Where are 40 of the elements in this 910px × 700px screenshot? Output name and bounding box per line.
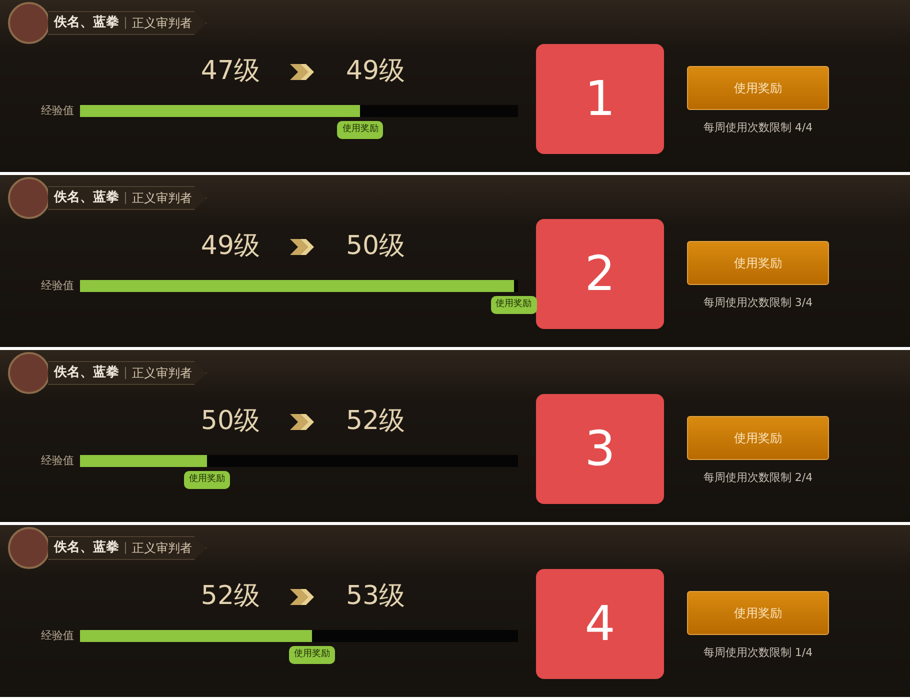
use-reward-button[interactable]: 使用奖励	[687, 416, 829, 460]
avatar-circle	[8, 352, 50, 394]
target-level: 52级	[346, 405, 406, 438]
current-level: 49级	[200, 230, 260, 263]
character-name: 佚名、蓝拳	[54, 189, 119, 208]
current-level: 50级	[200, 405, 260, 438]
exp-label: 经验值	[40, 103, 74, 119]
avatar-circle	[8, 177, 50, 219]
character-name: 佚名、蓝拳	[54, 539, 119, 558]
target-level: 50级	[346, 230, 406, 263]
number-label: 1	[536, 44, 664, 154]
character-title: 正义审判者	[132, 540, 192, 557]
character-title: 正义审判者	[132, 15, 192, 32]
character-name: 佚名、蓝拳	[54, 364, 119, 382]
use-reward-button[interactable]: 使用奖励	[687, 591, 829, 635]
target-level: 49级	[346, 55, 406, 88]
character-title: 正义审判者	[132, 190, 192, 207]
exp-label: 经验值	[40, 453, 74, 469]
reward-marker: 使用奖励	[337, 121, 384, 139]
exp-label: 经验值	[40, 278, 74, 294]
weekly-limit-text: 每周使用次数限制 3/4	[703, 295, 813, 311]
use-reward-button[interactable]: 使用奖励	[687, 66, 829, 110]
character-title: 正义审判者	[132, 365, 192, 382]
character-name: 佚名、蓝拳	[54, 14, 119, 32]
avatar-circle	[8, 2, 50, 44]
number-label: 4	[536, 569, 664, 679]
target-level: 53级	[346, 580, 406, 613]
weekly-limit-text: 每周使用次数限制 4/4	[703, 120, 813, 136]
reward-marker: 使用奖励	[289, 646, 336, 664]
reward-marker: 使用奖励	[184, 471, 230, 489]
current-level: 47级	[200, 55, 260, 88]
number-label: 3	[536, 394, 664, 504]
use-reward-button[interactable]: 使用奖励	[687, 241, 829, 285]
number-label: 2	[536, 219, 664, 329]
weekly-limit-text: 每周使用次数限制 2/4	[703, 470, 813, 486]
exp-label: 经验值	[40, 628, 74, 644]
reward-marker: 使用奖励	[490, 296, 537, 314]
current-level: 52级	[200, 580, 260, 613]
avatar-circle	[8, 527, 50, 569]
weekly-limit-text: 每周使用次数限制 1/4	[703, 645, 813, 661]
